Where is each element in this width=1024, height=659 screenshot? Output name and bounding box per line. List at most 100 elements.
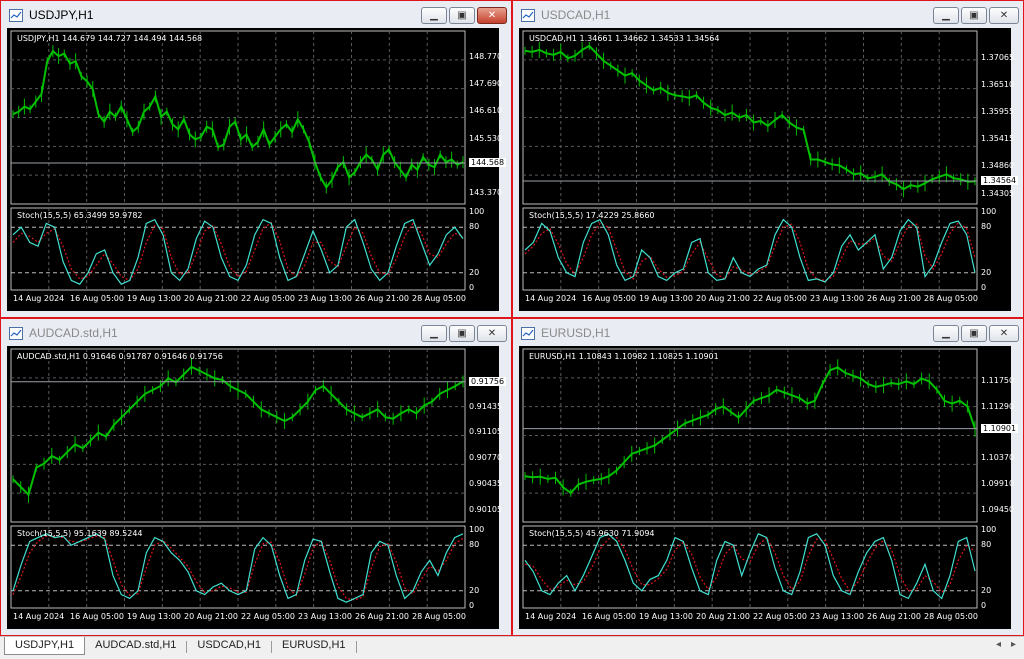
price-axis-label: 0.90770 [469, 453, 503, 463]
close-button[interactable]: ✕ [477, 324, 507, 342]
chart-window-audcad[interactable]: AUDCAD.std,H1 ▁ ▣ ✕ 0.91756 0.91435 0.9110… [0, 317, 513, 637]
stoch-axis-label: 80 [469, 222, 480, 232]
minimize-button[interactable]: ▁ [421, 6, 447, 24]
stoch-axis-label: 0 [469, 601, 475, 610]
chart-window-icon [521, 8, 535, 22]
restore-icon: ▣ [969, 327, 979, 339]
close-icon: ✕ [487, 9, 497, 21]
time-axis-label: 26 Aug 21:00 [355, 612, 409, 621]
stoch-axis-label: 0 [981, 283, 987, 292]
time-axis-label: 16 Aug 05:00 [582, 294, 636, 303]
titlebar[interactable]: AUDCAD.std,H1 ▁ ▣ ✕ [5, 321, 507, 345]
restore-button[interactable]: ▣ [449, 324, 475, 342]
time-axis-label: 19 Aug 13:00 [127, 294, 181, 303]
tab-separator [355, 641, 357, 653]
stoch-header: Stoch(15,5,5) 17.4229 25.8660 [529, 211, 655, 220]
tab-audcad[interactable]: AUDCAD.std,H1 [85, 637, 186, 655]
current-price-label: 144.568 [469, 157, 507, 167]
time-axis-label: 22 Aug 05:00 [753, 612, 807, 621]
stoch-axis-label: 20 [981, 267, 992, 277]
price-axis-label: 1.34305 [981, 188, 1015, 198]
stoch-header: Stoch(15,5,5) 95.1639 89.5244 [17, 529, 143, 538]
price-axis-label: 143.370 [469, 188, 503, 198]
stoch-axis-label: 20 [469, 585, 480, 595]
time-axis-label: 16 Aug 05:00 [582, 612, 636, 621]
restore-button[interactable]: ▣ [961, 6, 987, 24]
price-axis-label: 1.11290 [981, 401, 1015, 411]
restore-icon: ▣ [457, 9, 467, 21]
close-button[interactable]: ✕ [989, 6, 1019, 24]
chart-area[interactable]: 148.770 147.690 146.610 145.530 144.568 143.3… [7, 28, 507, 311]
ohlc-header: AUDCAD.std,H1 0.91646 0.91787 0.91646 0.… [17, 352, 223, 361]
chart-window-eurusd[interactable]: EURUSD,H1 ▁ ▣ ✕ 1.11750 1.11290 1.10901 1.1… [511, 317, 1024, 637]
chart-svg [10, 348, 466, 609]
chart-window-usdcad[interactable]: USDCAD,H1 ▁ ▣ ✕ 1.37065 1.36510 1.35955 1.3… [511, 0, 1024, 319]
window-title: EURUSD,H1 [541, 326, 611, 340]
time-axis-label: 23 Aug 13:00 [298, 612, 352, 621]
scroll-left-icon[interactable]: ◂ [996, 639, 1001, 650]
time-axis-label: 23 Aug 13:00 [298, 294, 352, 303]
chart-tab-bar: USDJPY,H1 AUDCAD.std,H1 USDCAD,H1 EURUSD… [0, 636, 1024, 659]
price-axis-label: 0.91435 [469, 401, 503, 411]
terminal-workspace: { "windows": [ { "id": "w0", "title": "U… [0, 0, 1024, 659]
current-price-label: 1.34564 [981, 176, 1019, 186]
stoch-axis-label: 0 [981, 601, 987, 610]
price-axis-label: 147.690 [469, 79, 503, 89]
scroll-right-icon[interactable]: ▸ [1011, 639, 1016, 650]
time-axis-label: 19 Aug 13:00 [639, 612, 693, 621]
chart-window-usdjpy[interactable]: USDJPY,H1 ▁ ▣ ✕ 148.770 147.690 146.610 145… [0, 0, 513, 319]
price-axis-label: 0.91105 [469, 427, 503, 437]
stoch-axis-label: 20 [981, 585, 992, 595]
close-button[interactable]: ✕ [477, 6, 507, 24]
price-axis-label: 1.10370 [981, 453, 1015, 463]
minimize-button[interactable]: ▁ [421, 324, 447, 342]
chart-svg [522, 30, 978, 291]
titlebar[interactable]: USDJPY,H1 ▁ ▣ ✕ [5, 3, 507, 27]
price-axis-label: 146.610 [469, 106, 503, 116]
window-title: AUDCAD.std,H1 [29, 326, 118, 340]
chart-area[interactable]: 0.91756 0.91435 0.91105 0.90770 0.90435 0.901… [7, 346, 507, 629]
time-axis-label: 26 Aug 21:00 [867, 294, 921, 303]
minimize-button[interactable]: ▁ [933, 6, 959, 24]
stoch-axis-label: 0 [469, 283, 475, 292]
time-axis-label: 19 Aug 13:00 [127, 612, 181, 621]
restore-button[interactable]: ▣ [961, 324, 987, 342]
tab-usdjpy[interactable]: USDJPY,H1 [4, 637, 86, 655]
stoch-axis-label: 100 [981, 525, 997, 534]
stoch-axis-label: 80 [469, 540, 480, 550]
minimize-icon: ▁ [430, 327, 438, 339]
minimize-button[interactable]: ▁ [933, 324, 959, 342]
time-axis-label: 26 Aug 21:00 [867, 612, 921, 621]
time-axis-label: 20 Aug 21:00 [184, 294, 238, 303]
stoch-header: Stoch(15,5,5) 45.9630 71.9094 [529, 529, 655, 538]
price-series [12, 49, 464, 190]
time-axis-label: 22 Aug 05:00 [753, 294, 807, 303]
chart-area[interactable]: 1.37065 1.36510 1.35955 1.35415 1.34860 1.345… [519, 28, 1019, 311]
price-axis-label: 145.530 [469, 133, 503, 143]
chart-area[interactable]: 1.11750 1.11290 1.10901 1.10370 1.09910 1.094… [519, 346, 1019, 629]
stoch-axis-label: 100 [469, 207, 485, 216]
time-axis-label: 28 Aug 05:00 [924, 612, 978, 621]
titlebar[interactable]: USDCAD,H1 ▁ ▣ ✕ [517, 3, 1019, 27]
tab-eurusd[interactable]: EURUSD,H1 [272, 637, 356, 655]
price-axis-label: 1.35955 [981, 107, 1015, 117]
time-axis-label: 23 Aug 13:00 [810, 294, 864, 303]
time-axis-label: 23 Aug 13:00 [810, 612, 864, 621]
tab-usdcad[interactable]: USDCAD,H1 [187, 637, 271, 655]
chart-window-icon [9, 8, 23, 22]
restore-icon: ▣ [969, 9, 979, 21]
restore-button[interactable]: ▣ [449, 6, 475, 24]
close-icon: ✕ [487, 327, 497, 339]
ohlc-header: EURUSD,H1 1.10843 1.10982 1.10825 1.1090… [529, 352, 719, 361]
stoch-axis-label: 100 [981, 207, 997, 216]
minimize-icon: ▁ [942, 327, 950, 339]
close-button[interactable]: ✕ [989, 324, 1019, 342]
chart-svg [10, 30, 466, 291]
close-icon: ✕ [999, 327, 1009, 339]
time-axis-label: 20 Aug 21:00 [696, 294, 750, 303]
time-axis-label: 26 Aug 21:00 [355, 294, 409, 303]
time-axis-label: 20 Aug 21:00 [696, 612, 750, 621]
stoch-axis-label: 80 [981, 222, 992, 232]
current-price-label: 1.10901 [981, 423, 1019, 433]
titlebar[interactable]: EURUSD,H1 ▁ ▣ ✕ [517, 321, 1019, 345]
